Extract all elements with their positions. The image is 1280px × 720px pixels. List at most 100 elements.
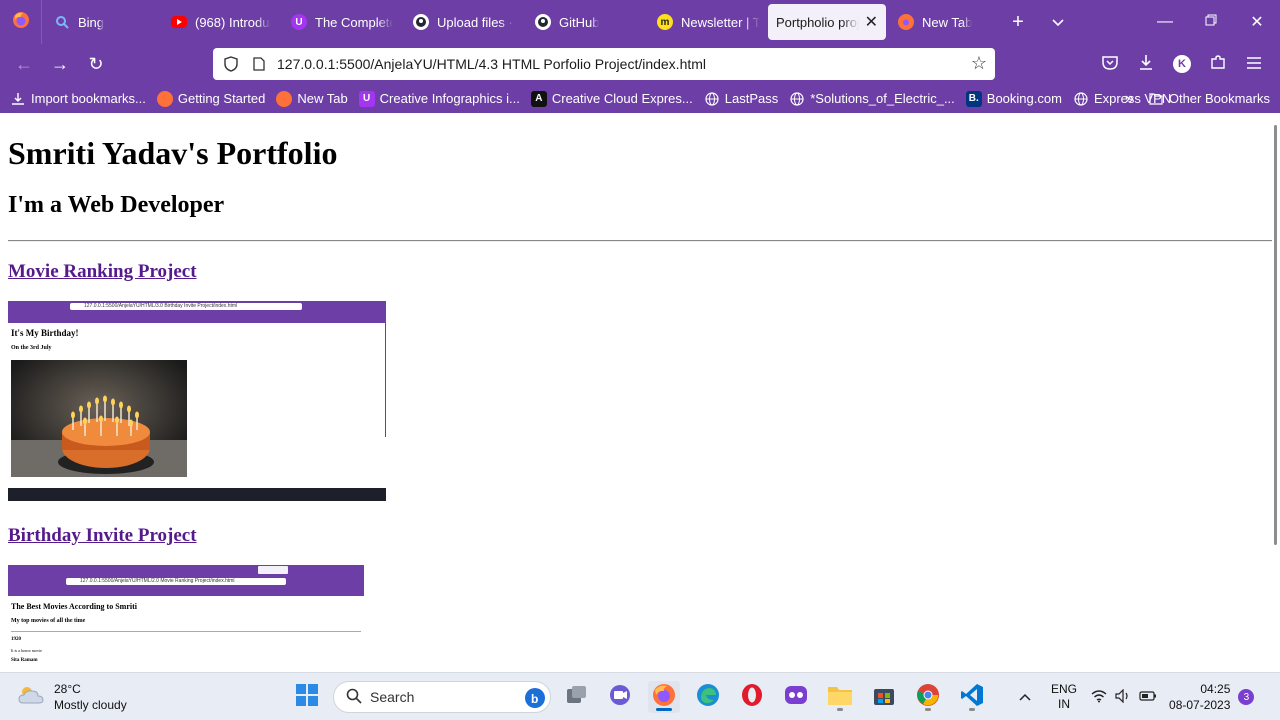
minimize-icon: — xyxy=(1157,13,1173,30)
list-all-tabs-button[interactable] xyxy=(1038,11,1078,34)
taskbar-chrome[interactable] xyxy=(912,681,944,713)
tab-bing[interactable]: Bing xyxy=(42,4,159,40)
bookmark-star-icon[interactable]: ☆ xyxy=(971,53,987,74)
firefox-icon xyxy=(276,90,293,107)
taskbar-firefox[interactable] xyxy=(648,681,680,713)
project-screenshot-movies: 127.0.0.1:5500/AnjelaYU/HTML/2.0 Movie R… xyxy=(8,565,364,672)
notification-badge[interactable]: 3 xyxy=(1238,689,1255,705)
page-viewport: Smriti Yadav's Portfolio I'm a Web Devel… xyxy=(0,113,1280,672)
taskbar-app-mask[interactable] xyxy=(780,681,812,713)
bookmark-label: Booking.com xyxy=(986,91,1062,106)
arrow-right-icon: → xyxy=(51,53,69,74)
page-title: Smriti Yadav's Portfolio xyxy=(8,135,338,171)
bookmark-label: LastPass xyxy=(724,91,779,106)
birthday-cake-photo xyxy=(11,360,187,477)
downloads-button[interactable] xyxy=(1128,48,1164,80)
bookmark-creative-infographics[interactable]: U Creative Infographics i... xyxy=(358,90,520,107)
chevron-down-icon xyxy=(1051,11,1065,33)
taskbar-file-explorer[interactable] xyxy=(824,681,856,713)
tab-udemy-course[interactable]: U The Complete xyxy=(279,4,401,40)
bookmark-new-tab[interactable]: New Tab xyxy=(276,90,348,107)
store-icon xyxy=(873,684,895,711)
thumb-scrollbar xyxy=(385,323,386,437)
new-tab-button[interactable]: + xyxy=(998,11,1038,34)
tab-newsletter[interactable]: m Newsletter | Th xyxy=(645,4,768,40)
app-menu-button[interactable] xyxy=(1236,48,1272,80)
bookmark-booking[interactable]: B. Booking.com xyxy=(965,90,1062,107)
taskbar-vscode[interactable] xyxy=(956,681,988,713)
firefox-icon xyxy=(156,90,173,107)
tab-youtube[interactable]: (968) Introducti xyxy=(159,4,279,40)
weather-desc: Mostly cloudy xyxy=(54,698,127,712)
page-scrollbar[interactable] xyxy=(1274,125,1277,545)
thumb-item-year: 1920 xyxy=(11,637,21,642)
udemy-icon: U xyxy=(291,14,307,30)
download-icon xyxy=(1139,54,1153,75)
close-tab-icon[interactable]: ✕ xyxy=(865,12,878,32)
bookmark-import[interactable]: Import bookmarks... xyxy=(10,91,146,107)
address-bar[interactable]: 127.0.0.1:5500/AnjelaYU/HTML/4.3 HTML Po… xyxy=(213,48,995,80)
start-button[interactable] xyxy=(291,681,323,713)
chevron-up-icon[interactable] xyxy=(1013,690,1037,704)
thumb-url: 127.0.0.1:5500/AnjelaYU/HTML/3.0 Birthda… xyxy=(70,303,302,310)
bookmark-label: New Tab xyxy=(297,91,348,106)
search-icon xyxy=(346,688,362,707)
back-button[interactable]: ← xyxy=(6,48,42,80)
github-icon xyxy=(413,14,429,30)
close-window-button[interactable]: ✕ xyxy=(1234,0,1280,44)
thumb-subheading: On the 3rd July xyxy=(11,345,52,351)
wifi-icon[interactable] xyxy=(1091,689,1107,706)
pocket-button[interactable] xyxy=(1092,48,1128,80)
edge-icon xyxy=(696,683,720,712)
minimize-button[interactable]: — xyxy=(1142,0,1188,44)
chevron-double-right-icon[interactable]: » xyxy=(1125,90,1134,108)
bookmark-getting-started[interactable]: Getting Started xyxy=(156,90,265,107)
weather-widget[interactable]: 28°C Mostly cloudy xyxy=(16,681,127,713)
restore-button[interactable] xyxy=(1188,0,1234,44)
shield-icon[interactable] xyxy=(221,54,241,74)
import-icon xyxy=(10,91,26,107)
windows-logo-icon xyxy=(295,683,319,712)
chimp-icon: m xyxy=(657,14,673,30)
bookmark-label: Other Bookmarks xyxy=(1168,91,1270,106)
tab-portfolio-active[interactable]: Portpholio proje ✕ xyxy=(768,4,886,40)
navigation-toolbar: ← → ↻ 127.0.0.1:5500/AnjelaYU/HTML/4.3 H… xyxy=(0,44,1280,84)
taskbar-edge[interactable] xyxy=(692,681,724,713)
adobe-icon: A xyxy=(530,90,547,107)
taskbar-opera[interactable] xyxy=(736,681,768,713)
bookmark-solutions[interactable]: *Solutions_of_Electric_... xyxy=(789,91,955,107)
language-indicator[interactable]: ENG IN xyxy=(1051,682,1077,712)
battery-icon[interactable] xyxy=(1139,690,1157,705)
account-button[interactable]: K xyxy=(1164,48,1200,80)
thumb-taskbar xyxy=(8,488,386,501)
reload-button[interactable]: ↻ xyxy=(78,48,114,80)
teams-chat-button[interactable] xyxy=(604,681,636,713)
firefox-menu-button[interactable] xyxy=(0,0,42,44)
taskbar-ms-store[interactable] xyxy=(868,681,900,713)
thumb-subheading: My top movies of all the time xyxy=(11,618,86,624)
bookmarks-overflow-area: » Other Bookmarks xyxy=(1125,84,1270,113)
tab-github[interactable]: GitHub xyxy=(523,4,645,40)
forward-button[interactable]: → xyxy=(42,48,78,80)
extensions-button[interactable] xyxy=(1200,48,1236,80)
bookmark-creative-cloud[interactable]: A Creative Cloud Expres... xyxy=(530,90,693,107)
search-placeholder: Search xyxy=(370,689,415,705)
project-link-movie-ranking[interactable]: Movie Ranking Project xyxy=(8,261,197,283)
restore-icon xyxy=(1205,13,1217,31)
volume-icon[interactable] xyxy=(1115,688,1131,706)
tab-upload-files[interactable]: Upload files · S xyxy=(401,4,523,40)
bing-icon: b xyxy=(524,687,546,712)
cloud-sun-icon xyxy=(16,683,46,712)
clock[interactable]: 04:25 08-07-2023 xyxy=(1169,681,1230,713)
bookmark-lastpass[interactable]: LastPass xyxy=(704,91,778,107)
reload-icon: ↻ xyxy=(88,53,104,74)
task-view-button[interactable] xyxy=(561,681,593,713)
other-bookmarks-button[interactable]: Other Bookmarks xyxy=(1148,91,1270,107)
bookmarks-toolbar: Import bookmarks... Getting Started New … xyxy=(0,84,1280,113)
taskbar-search[interactable]: Search b xyxy=(333,681,551,713)
project-link-birthday-invite[interactable]: Birthday Invite Project xyxy=(8,525,197,547)
region-code: IN xyxy=(1058,697,1070,711)
tab-new-tab[interactable]: New Tab xyxy=(886,4,998,40)
page-icon[interactable] xyxy=(249,54,269,74)
bookmark-label: Import bookmarks... xyxy=(31,91,146,106)
